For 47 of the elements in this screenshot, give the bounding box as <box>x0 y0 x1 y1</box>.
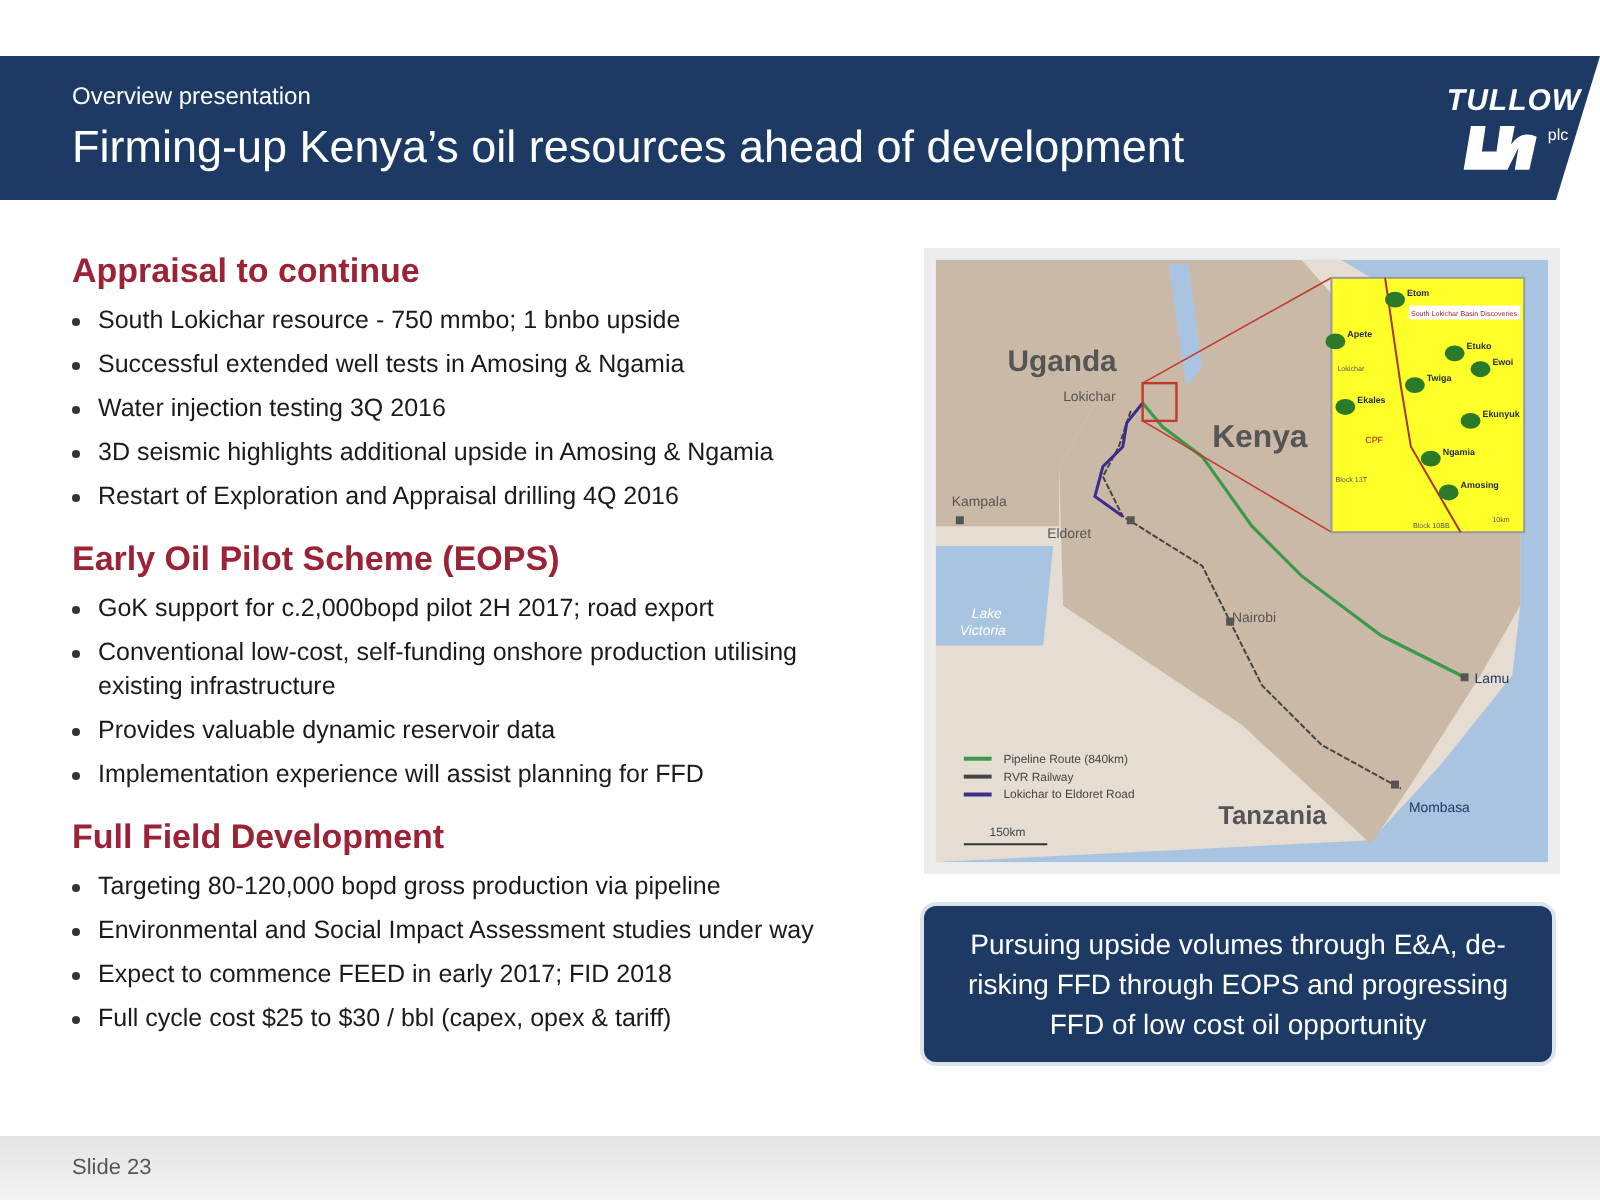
section-heading: Early Oil Pilot Scheme (EOPS) <box>72 540 562 580</box>
bullet-icon <box>72 406 80 414</box>
bullet-icon <box>72 972 80 980</box>
map-label: Kenya <box>1212 420 1308 455</box>
oil-field-icon <box>1470 361 1491 378</box>
slide-title: Firming-up Kenya’s oil resources ahead of development <box>72 122 1185 174</box>
bullet-icon <box>72 1016 80 1024</box>
bullet-text: Targeting 80-120,000 bopd gross production via pipeline <box>98 870 721 904</box>
bullet-icon <box>72 318 80 326</box>
logo-wordmark: TULLOW <box>1446 83 1582 117</box>
bullet-icon <box>72 928 80 936</box>
callout-box: Pursuing upside volumes through E&A, de-risking FFD through EOPS and progressing FFD of low cost oil opportunity <box>924 906 1552 1062</box>
bullet-text: Restart of Exploration and Appraisal drilling 4Q 2016 <box>98 480 679 514</box>
presentation-subtitle: Overview presentation <box>72 82 311 110</box>
section-heading: Appraisal to continue <box>72 252 422 292</box>
oil-field-icon <box>1335 399 1356 415</box>
oil-field-icon <box>1438 484 1459 501</box>
bullet-text: Conventional low-cost, self-funding onshore production utilising existing infrastructure <box>98 636 800 704</box>
oil-field-icon <box>1460 412 1481 429</box>
bullet-text: Full cycle cost $25 to $30 / bbl (capex, opex & tariff) <box>98 1002 672 1036</box>
bullet-icon <box>72 728 80 736</box>
bullet-icon <box>72 772 80 780</box>
bullet-icon <box>72 606 80 614</box>
bullet-text: Water injection testing 3Q 2016 <box>98 392 446 426</box>
oil-field-icon <box>1385 291 1405 308</box>
bullet-text: GoK support for c.2,000bopd pilot 2H 2017; road export <box>98 592 714 626</box>
bullet-text: Environmental and Social Impact Assessment studies under way <box>98 914 814 948</box>
bullet-icon <box>72 450 80 458</box>
bullet-icon <box>72 362 80 370</box>
bullet-text: 3D seismic highlights additional upside in Amosing & Ngamia <box>98 436 774 470</box>
map-label: Tanzania <box>1218 800 1327 831</box>
oil-field-icon <box>1444 345 1465 362</box>
bullet-text: Successful extended well tests in Amosing & Ngamia <box>98 348 685 382</box>
bullet-text: South Lokichar resource - 750 mmbo; 1 bnbo upside <box>98 304 681 338</box>
map-label: Uganda <box>1007 347 1117 380</box>
oil-field-icon <box>1325 333 1346 350</box>
bullet-text: Implementation experience will assist planning for FFD <box>98 758 704 792</box>
bullet-icon <box>72 494 80 502</box>
section-heading: Full Field Development <box>72 818 447 858</box>
bullet-icon <box>72 884 80 892</box>
oil-field-icon <box>1420 450 1441 467</box>
bullet-text: Provides valuable dynamic reservoir data <box>98 714 556 748</box>
oil-field-icon <box>1404 377 1425 394</box>
logo-suffix: plc <box>1547 125 1569 143</box>
slide-number: Slide 23 <box>72 1156 152 1180</box>
bullet-text: Expect to commence FEED in early 2017; FID 2018 <box>98 958 672 992</box>
bullet-icon <box>72 650 80 658</box>
